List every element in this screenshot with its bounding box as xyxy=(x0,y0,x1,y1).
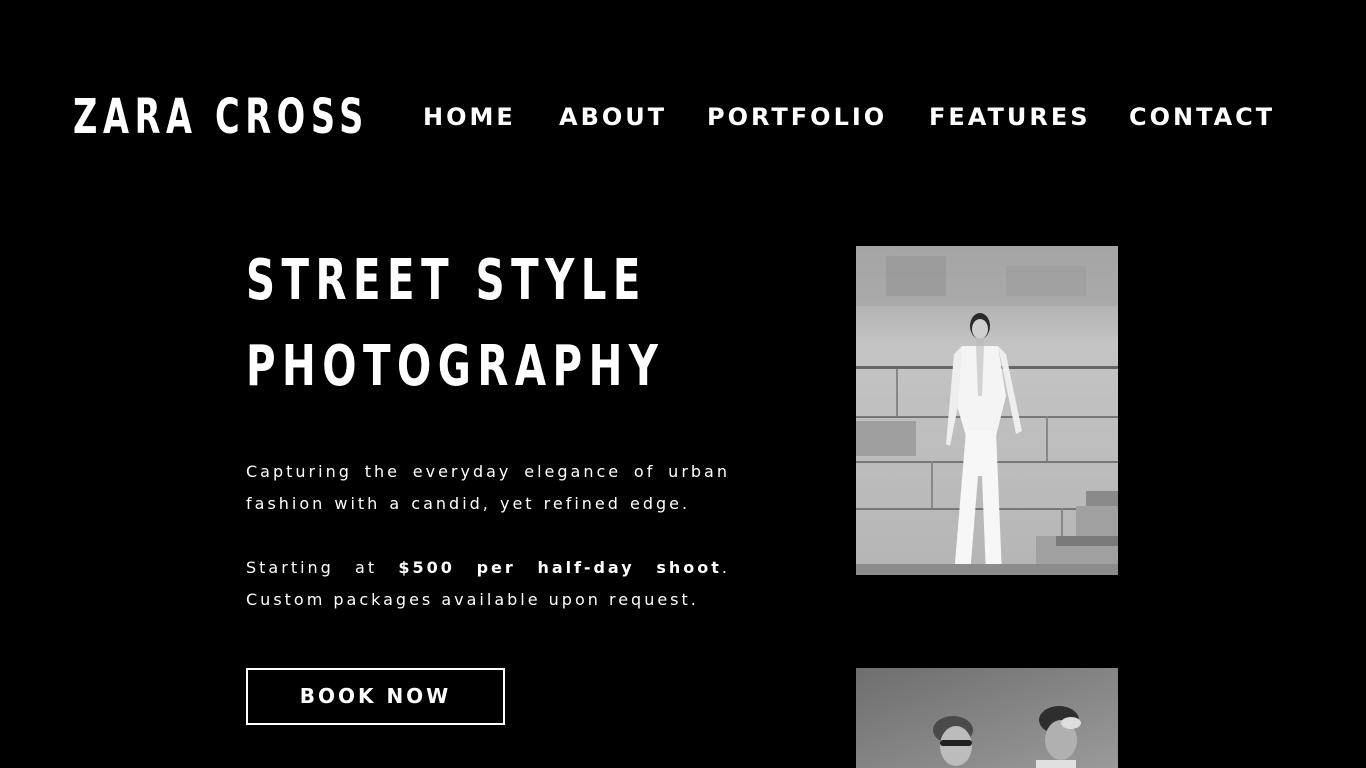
photo-two-people-image xyxy=(856,668,1118,768)
book-now-button[interactable]: BOOK NOW xyxy=(246,668,505,725)
hero-title-line-1: STREET STYLE xyxy=(246,248,647,313)
hero-description: Capturing the everyday elegance of urban… xyxy=(246,462,730,513)
portfolio-photo-two-people[interactable] xyxy=(856,668,1118,768)
hero-pricing: Starting at $500 per half-day shoot. Cus… xyxy=(246,552,730,616)
nav-about-link[interactable]: ABOUT xyxy=(559,102,667,132)
portfolio-photo-woman-white-suit[interactable] xyxy=(856,246,1118,575)
nav-features-link[interactable]: FEATURES xyxy=(929,102,1091,132)
nav-portfolio-link[interactable]: PORTFOLIO xyxy=(707,102,887,132)
hero-title-line-2: PHOTOGRAPHY xyxy=(246,334,665,399)
nav-contact-link[interactable]: CONTACT xyxy=(1129,102,1275,132)
photo-woman-white-suit-image xyxy=(856,246,1118,575)
nav-home-link[interactable]: HOME xyxy=(423,102,516,132)
pricing-highlight: $500 per half-day shoot xyxy=(398,558,722,577)
hero-title: STREET STYLE PHOTOGRAPHY xyxy=(246,238,664,410)
main-nav: HOME ABOUT PORTFOLIO FEATURES CONTACT xyxy=(0,102,1366,132)
pricing-prefix: Starting at xyxy=(246,558,399,577)
